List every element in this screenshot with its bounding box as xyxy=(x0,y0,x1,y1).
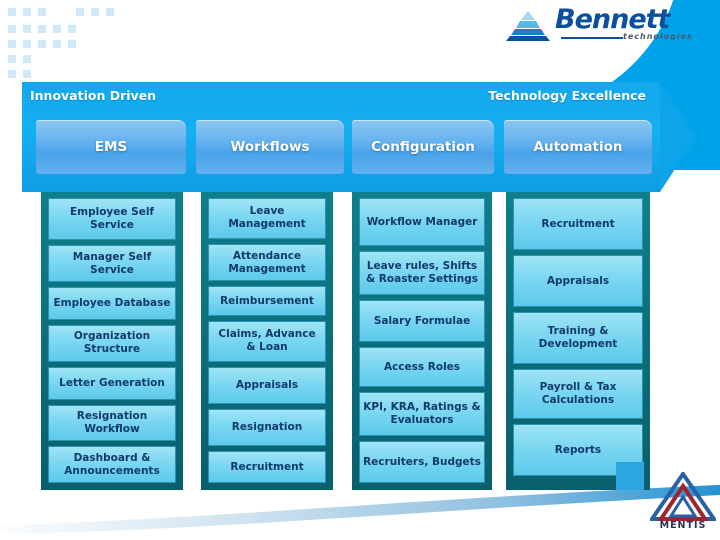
feature-item[interactable]: Organization Structure xyxy=(48,324,176,362)
dot-grid-cell xyxy=(8,8,16,16)
feature-item[interactable]: Recruiters, Budgets xyxy=(359,441,485,483)
slide-canvas: Bennett technologies Innovation Driven T… xyxy=(0,0,720,540)
tab-label: EMS xyxy=(94,139,128,155)
dot-grid-cell xyxy=(8,25,16,33)
tab-label: Automation xyxy=(533,139,623,155)
feature-item-label: Employee Self Service xyxy=(69,206,155,232)
tab-configuration[interactable]: Configuration xyxy=(352,120,494,174)
feature-item[interactable]: KPI, KRA, Ratings & Evaluators xyxy=(359,392,485,436)
mentis-logo: MENTIS xyxy=(616,462,718,534)
corner-edge-strip xyxy=(706,0,720,96)
feature-item-label: Leave rules, Shifts & Roaster Settings xyxy=(366,260,478,285)
feature-item-label: Workflow Manager xyxy=(366,215,478,228)
pyramid-icon xyxy=(506,11,550,41)
feature-item-label: Organization Structure xyxy=(73,330,151,356)
feature-item[interactable]: Recruitment xyxy=(208,451,326,483)
tab-automation[interactable]: Automation xyxy=(504,120,652,174)
feature-item-label: Salary Formulae xyxy=(373,314,471,327)
dot-grid-cell xyxy=(23,25,31,33)
feature-item[interactable]: Manager Self Service xyxy=(48,245,176,282)
dot-grid-cell xyxy=(106,8,114,16)
feature-item[interactable]: Salary Formulae xyxy=(359,300,485,342)
dot-grid-cell xyxy=(8,70,16,78)
feature-item[interactable]: Claims, Advance & Loan xyxy=(208,320,326,362)
feature-item-label: Claims, Advance & Loan xyxy=(218,328,316,354)
feature-item-label: Attendance Management xyxy=(228,249,306,275)
dot-grid-cell xyxy=(23,55,31,63)
feature-item[interactable]: Letter Generation xyxy=(48,366,176,400)
category-tab-row: EMS Workflows Configuration Automation xyxy=(22,120,682,176)
dot-grid-cell xyxy=(53,40,61,48)
column-configuration: Workflow Manager Leave rules, Shifts & Ro… xyxy=(352,192,492,490)
banner-right-label: Technology Excellence xyxy=(488,88,646,103)
feature-item[interactable]: Workflow Manager xyxy=(359,198,485,246)
feature-item[interactable]: Reimbursement xyxy=(208,286,326,316)
dot-grid-cell xyxy=(23,8,31,16)
mentis-wordmark: MENTIS xyxy=(659,520,707,531)
brand-logo: Bennett technologies xyxy=(505,4,692,48)
dot-grid-cell xyxy=(91,8,99,16)
feature-item[interactable]: Appraisals xyxy=(208,366,326,405)
feature-item[interactable]: Training & Development xyxy=(513,312,643,364)
brand-rule xyxy=(561,37,623,39)
feature-item-label: Access Roles xyxy=(383,360,461,373)
dot-grid-cell xyxy=(8,40,16,48)
dot-grid-cell xyxy=(68,40,76,48)
dot-grid-cell xyxy=(38,40,46,48)
dot-grid-cell xyxy=(23,70,31,78)
brand-wordmark: Bennett xyxy=(555,4,670,35)
dot-grid-cell xyxy=(68,25,76,33)
feature-item-label: Reimbursement xyxy=(220,294,314,307)
dot-grid-cell xyxy=(53,25,61,33)
feature-item-label: Letter Generation xyxy=(59,376,165,389)
feature-item[interactable]: Appraisals xyxy=(513,255,643,307)
feature-item-label: Training & Development xyxy=(538,325,618,350)
mentis-square-accent xyxy=(616,462,644,490)
dot-grid-cell xyxy=(23,40,31,48)
feature-columns: Employee Self Service Manager Self Servic… xyxy=(0,192,720,492)
banner-left-label: Innovation Driven xyxy=(30,88,157,103)
feature-item-label: KPI, KRA, Ratings & Evaluators xyxy=(363,401,481,426)
feature-item-label: Resignation xyxy=(231,421,303,434)
feature-item[interactable]: Leave rules, Shifts & Roaster Settings xyxy=(359,251,485,295)
feature-item[interactable]: Dashboard & Announcements xyxy=(48,446,176,483)
feature-item-label: Appraisals xyxy=(235,379,299,392)
feature-item-label: Dashboard & Announcements xyxy=(64,451,160,477)
feature-item-label: Recruitment xyxy=(541,217,615,230)
tab-label: Configuration xyxy=(371,139,475,155)
feature-item-label: Recruiters, Budgets xyxy=(363,455,481,468)
tab-label: Workflows xyxy=(230,139,310,155)
dot-grid-cell xyxy=(38,25,46,33)
feature-item[interactable]: Employee Database xyxy=(48,286,176,320)
column-automation: Recruitment Appraisals Training & Developm… xyxy=(506,192,650,490)
feature-item[interactable]: Payroll & Tax Calculations xyxy=(513,369,643,419)
feature-item[interactable]: Attendance Management xyxy=(208,243,326,282)
feature-item-label: Recruitment xyxy=(230,460,304,473)
tab-ems[interactable]: EMS xyxy=(36,120,186,174)
feature-item-label: Reports xyxy=(554,443,602,456)
feature-item[interactable]: Employee Self Service xyxy=(48,198,176,241)
column-workflows: Leave Management Attendance Management Rei… xyxy=(201,192,333,490)
triangle-logo-icon xyxy=(648,470,718,521)
feature-item-label: Leave Management xyxy=(228,205,306,231)
feature-item-label: Manager Self Service xyxy=(72,250,152,276)
feature-item-label: Employee Database xyxy=(53,296,171,309)
dot-grid-cell xyxy=(8,55,16,63)
tab-workflows[interactable]: Workflows xyxy=(196,120,344,174)
feature-item[interactable]: Access Roles xyxy=(359,347,485,387)
dot-grid-cell xyxy=(38,8,46,16)
column-ems: Employee Self Service Manager Self Servic… xyxy=(41,192,183,490)
feature-item-label: Appraisals xyxy=(546,274,610,287)
feature-item[interactable]: Recruitment xyxy=(513,198,643,250)
brand-tagline: technologies xyxy=(623,32,693,41)
feature-item[interactable]: Resignation xyxy=(208,409,326,447)
feature-item-label: Payroll & Tax Calculations xyxy=(539,381,617,406)
feature-item[interactable]: Resignation Workflow xyxy=(48,404,176,442)
feature-item-label: Resignation Workflow xyxy=(76,409,148,435)
feature-item[interactable]: Leave Management xyxy=(208,198,326,239)
dot-grid-cell xyxy=(76,8,84,16)
